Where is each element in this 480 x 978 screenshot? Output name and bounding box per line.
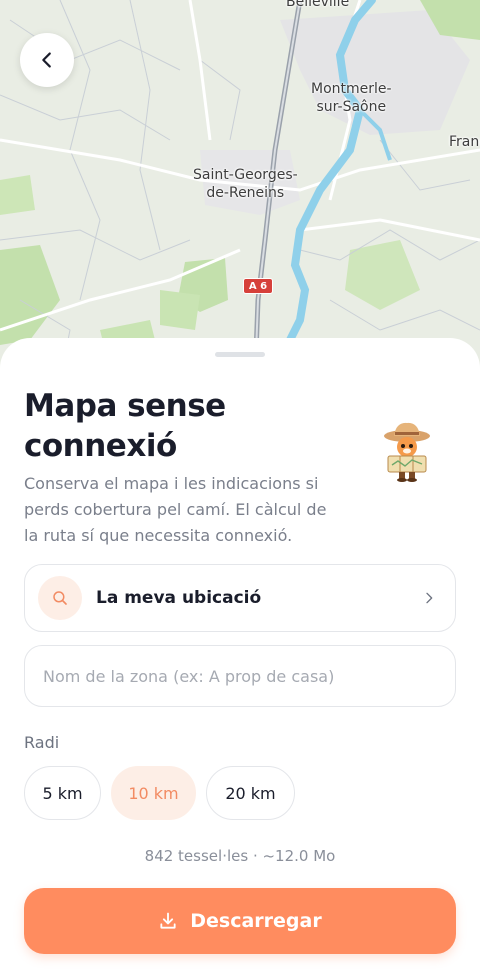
tiles-size-info: 842 tessel·les · ~12.0 Mo [144,847,336,865]
location-selector[interactable]: La meva ubicació [24,564,456,632]
description-text: Conserva el mapa i les indicacions si pe… [24,474,327,545]
radius-option-20km[interactable]: 20 km [206,766,295,820]
map-label-belleville: Belleville [286,0,350,10]
search-icon-badge [38,576,82,620]
sheet-drag-handle[interactable] [215,352,265,357]
download-button[interactable]: Descarregar [24,888,456,954]
map-label-france: Franc [449,134,480,150]
download-label: Descarregar [190,910,322,932]
page-title: Mapa sense connexió [24,388,226,464]
chevron-left-icon [36,49,58,71]
offline-map-sheet: Mapa sense connexió Conserva el mapa i l… [0,338,480,978]
radius-option-10km[interactable]: 10 km [111,766,196,820]
radius-label: Radi [24,733,60,752]
radius-option-5km[interactable]: 5 km [24,766,101,820]
search-icon [51,589,69,607]
back-button[interactable] [20,33,74,87]
explorer-mascot-icon [382,420,432,482]
map-label-saint-georges: Saint-Georges- de-Reneins [193,167,298,201]
zone-name-input[interactable] [24,645,456,707]
download-icon [158,911,178,931]
location-label: La meva ubicació [96,588,262,608]
road-badge-a6: A 6 [243,278,273,294]
map-label-montmerle: Montmerle- sur-Saône [311,81,392,115]
chevron-right-icon [421,590,437,606]
